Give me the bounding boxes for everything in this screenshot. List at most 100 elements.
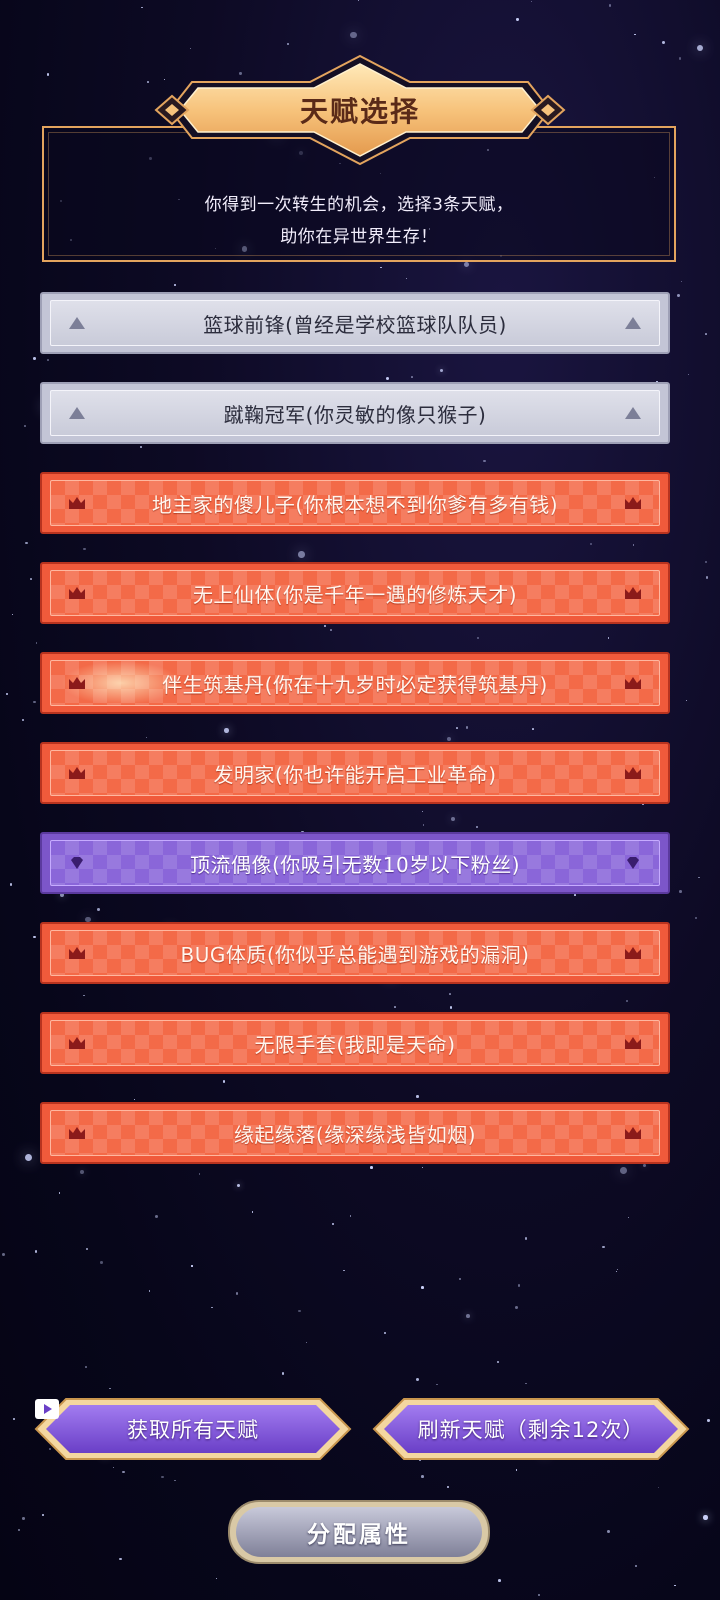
star <box>634 33 636 36</box>
talent-label: 无限手套(我即是天命) <box>254 1032 456 1057</box>
star <box>616 1269 618 1271</box>
star <box>695 916 698 919</box>
get-all-label: 获取所有天赋 <box>127 1418 259 1442</box>
crown-icon <box>69 1127 85 1139</box>
talent-option[interactable]: 地主家的傻儿子(你根本想不到你爹有多有钱) <box>40 472 670 534</box>
video-play-icon <box>35 1399 59 1419</box>
star <box>465 1313 470 1318</box>
star <box>9 883 12 886</box>
triangle-icon <box>625 317 641 329</box>
star <box>86 1247 89 1250</box>
star <box>286 42 289 45</box>
star <box>58 1192 61 1194</box>
star <box>677 294 681 297</box>
star <box>24 541 28 545</box>
header-subtitle-line1: 你得到一次转生的机会，选择3条天赋， <box>204 195 514 215</box>
crown-icon <box>69 1037 85 1049</box>
star <box>687 373 690 376</box>
star <box>174 1479 176 1481</box>
star <box>436 1383 438 1385</box>
star <box>331 1222 335 1226</box>
star <box>298 1309 301 1312</box>
assign-attributes-button[interactable]: 分配属性 <box>228 1500 490 1564</box>
star <box>705 575 709 579</box>
star <box>21 1516 25 1520</box>
star <box>211 1306 213 1309</box>
star <box>379 266 382 269</box>
star <box>497 1360 500 1363</box>
diamond-icon <box>71 857 83 869</box>
star <box>483 459 486 463</box>
crown-icon <box>69 947 85 959</box>
star <box>627 1216 629 1219</box>
crown-icon <box>625 1127 641 1139</box>
star <box>537 1594 540 1597</box>
get-all-talents-button[interactable]: 获取所有天赋 <box>34 1396 352 1462</box>
talent-option[interactable]: 无限手套(我即是天命) <box>40 1012 670 1074</box>
star <box>674 1584 676 1587</box>
talent-label: 发明家(你也许能开启工业革命) <box>213 762 497 787</box>
star <box>109 1388 111 1390</box>
star <box>324 625 327 628</box>
star <box>5 692 8 695</box>
talent-option[interactable]: 顶流偶像(你吸引无数10岁以下粉丝) <box>40 832 670 894</box>
star <box>679 889 682 893</box>
star <box>46 73 50 76</box>
star <box>33 935 36 939</box>
star <box>12 613 14 615</box>
crown-icon <box>625 1037 641 1049</box>
talent-option[interactable]: 缘起缘落(缘深缘浅皆如烟) <box>40 1102 670 1164</box>
star <box>133 1098 136 1101</box>
triangle-icon <box>69 317 85 329</box>
talent-option[interactable]: 篮球前锋(曾经是学校篮球队队员) <box>40 292 670 354</box>
star <box>531 1 533 3</box>
talent-option[interactable]: 伴生筑基丹(你在十九岁时必定获得筑基丹) <box>40 652 670 714</box>
star <box>515 1469 518 1472</box>
star <box>122 1470 125 1474</box>
talent-option[interactable]: BUG体质(你似乎总能遇到游戏的漏洞) <box>40 922 670 984</box>
star <box>421 1475 425 1479</box>
crown-icon <box>69 767 85 779</box>
star <box>343 1269 345 1272</box>
talent-label: 伴生筑基丹(你在十九岁时必定获得筑基丹) <box>162 672 548 697</box>
star <box>422 811 424 813</box>
refresh-talents-button[interactable]: 刷新天赋（剩余12次） <box>372 1396 690 1462</box>
star <box>112 1467 114 1469</box>
star <box>616 1271 618 1273</box>
star <box>32 356 36 360</box>
star <box>703 1515 708 1520</box>
star <box>706 1419 710 1423</box>
star <box>466 726 469 729</box>
crown-icon <box>625 497 641 509</box>
star <box>657 1486 660 1489</box>
crown-icon <box>625 947 641 959</box>
star <box>47 359 49 361</box>
star <box>357 0 359 2</box>
star <box>191 1265 193 1267</box>
star <box>574 893 577 896</box>
star <box>476 637 479 640</box>
star <box>446 736 452 742</box>
star <box>29 578 32 580</box>
star <box>698 876 701 879</box>
star <box>350 1215 352 1217</box>
star <box>85 1366 87 1368</box>
star <box>140 446 142 448</box>
talent-option[interactable]: 发明家(你也许能开启工业革命) <box>40 742 670 804</box>
talent-option[interactable]: 无上仙体(你是千年一遇的修炼天才) <box>40 562 670 624</box>
star <box>189 47 191 49</box>
crown-icon <box>625 767 641 779</box>
star <box>662 41 666 45</box>
star <box>446 1485 449 1488</box>
star <box>416 1377 420 1381</box>
crown-icon <box>69 587 85 599</box>
talent-option[interactable]: 蹴鞠冠军(你灵敏的像只猴子) <box>40 382 670 444</box>
star <box>516 18 519 21</box>
star <box>422 824 425 826</box>
talent-label: 篮球前锋(曾经是学校篮球队队员) <box>203 312 507 337</box>
star <box>236 1184 240 1188</box>
talent-label: BUG体质(你似乎总能遇到游戏的漏洞) <box>180 942 530 967</box>
star <box>439 369 444 373</box>
star <box>632 544 635 547</box>
star <box>394 1005 396 1008</box>
